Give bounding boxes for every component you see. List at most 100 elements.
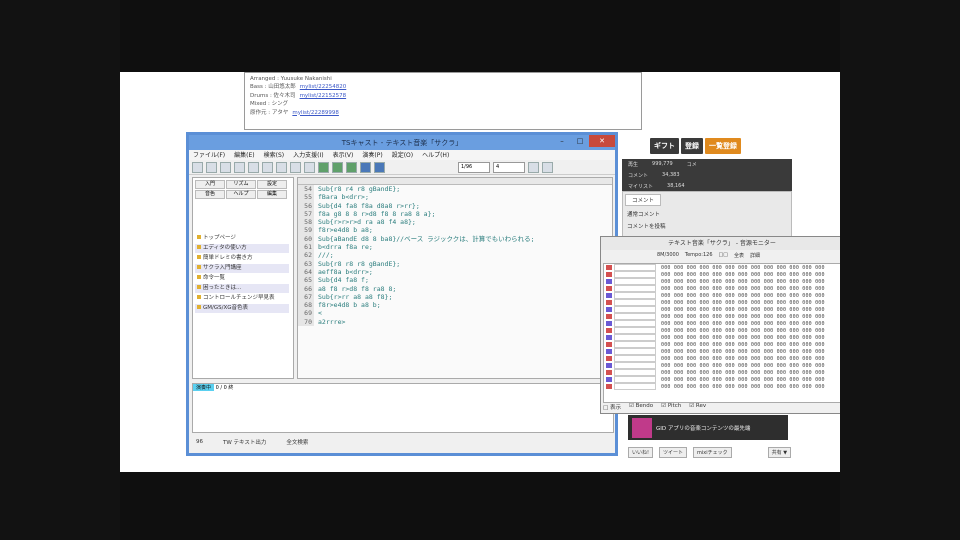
code-line[interactable]: 60 Sub{aBandE d8 8 ba8}//ベース ラジッククは、計算でもい… [298, 234, 612, 244]
menu-settings[interactable]: 設定(O) [392, 150, 413, 160]
menu-play[interactable]: 演奏(P) [362, 150, 382, 160]
bend-checkbox[interactable]: ☑ Bendo [629, 403, 653, 411]
pitch-checkbox[interactable]: ☑ Pitch [661, 403, 681, 411]
gift-button[interactable]: ギフト [650, 138, 679, 154]
list-item[interactable]: サクラ入門講座 [195, 264, 289, 273]
redo-icon[interactable] [248, 161, 259, 173]
tab-comment[interactable]: コメント [625, 194, 662, 206]
find-icon[interactable] [304, 161, 315, 173]
open-file-icon[interactable] [206, 161, 217, 173]
mylist-button[interactable]: 一覧登録 [705, 138, 741, 154]
monitor-tool[interactable]: □□ [719, 252, 728, 258]
monitor-title[interactable]: テキスト音楽「サクラ」 - 音源モニター [601, 237, 840, 250]
code-line[interactable]: 57 f8a g8 8 8 r>d8 f8 8 ra8 8 a}; [298, 209, 612, 219]
credit-line: Mixed : シング [250, 101, 289, 108]
list-item[interactable]: 簡単ドレミの書き方 [195, 254, 289, 263]
zoom-in-icon[interactable] [528, 161, 539, 173]
channel-row: 000 000 000 000 000 000 000 000 000 000 … [604, 306, 840, 313]
code-editor[interactable]: 54 Sub{r8 r4 r8 gBandE}; 55 fBara b<drr>; 56… [297, 177, 613, 379]
stop-icon[interactable] [346, 161, 357, 173]
status-item[interactable]: 全文検索 [286, 438, 308, 446]
channel-values: 000 000 000 000 000 000 000 000 000 000 … [661, 341, 825, 348]
menu-file[interactable]: ファイル(F) [193, 150, 225, 160]
code-line[interactable]: 58 Sub{r>r>r>d ra a8 f4 a8}; [298, 218, 612, 227]
like-button[interactable]: いいね! [628, 447, 654, 458]
copy-icon[interactable] [276, 161, 287, 173]
monitor-tool[interactable]: 詳細 [750, 252, 760, 259]
code-line[interactable]: 59 f8r>e4d8 b a8; [298, 226, 612, 235]
save-icon[interactable] [220, 161, 231, 173]
code-line[interactable]: 68 f8r>e4d8 b a8 b; [298, 301, 612, 310]
tab-rhythm[interactable]: リズム [226, 180, 256, 189]
new-file-icon[interactable] [192, 161, 203, 173]
stat-value: 999,779 [652, 161, 673, 167]
code-line[interactable]: 63 Sub{r8 r8 r8 gBandE}; [298, 259, 612, 268]
editor-titlebar[interactable]: TSキャスト - テキスト音楽「サクラ」 – □ ✕ [189, 135, 615, 150]
play-icon[interactable] [318, 161, 329, 173]
list-item[interactable]: コントロールチェンジ早見表 [195, 294, 289, 303]
ad-banner[interactable]: GID アプリの音楽コンテンツの最先端 [628, 415, 788, 440]
code-line[interactable]: 66 a8 f8 r>d8 f8 ra8 8; [298, 284, 612, 293]
code-line[interactable]: 54 Sub{r8 r4 r8 gBandE}; [298, 185, 612, 194]
share-dropdown[interactable]: 共有 ▼ [767, 447, 792, 458]
step-select[interactable]: 1/96 [458, 161, 490, 173]
tweet-button[interactable]: ツイート [659, 447, 688, 458]
list-item[interactable]: GM/GS/XG音色表 [195, 304, 289, 313]
code-line[interactable]: 61 b<drra f8a re; [298, 243, 612, 252]
channel-row: 000 000 000 000 000 000 000 000 000 000 … [604, 320, 840, 327]
undo-icon[interactable] [234, 161, 245, 173]
channel-name-field [614, 313, 656, 320]
list-item[interactable]: エディタの使い方 [195, 244, 289, 253]
menu-search[interactable]: 検索(S) [264, 150, 285, 160]
code-line[interactable]: 69 < [298, 309, 612, 318]
show-toggle[interactable]: □ 表示 [603, 403, 621, 411]
list-item[interactable]: 困ったときは… [195, 284, 289, 293]
tab-settings[interactable]: 設定 [257, 180, 287, 189]
mylist-link[interactable]: mylist/22152578 [300, 93, 347, 99]
comment-submit-button[interactable]: コメントを投稿 [623, 220, 791, 232]
code-line[interactable]: 67 Sub{r>rr a8 a8 f8}; [298, 292, 612, 302]
channel-row: 000 000 000 000 000 000 000 000 000 000 … [604, 292, 840, 299]
tab-intro[interactable]: 入門 [195, 180, 225, 189]
left-letterbox [0, 0, 120, 540]
octave-select[interactable]: 4 [493, 161, 525, 173]
mylist-link[interactable]: mylist/22254820 [300, 84, 347, 90]
mixi-button[interactable]: mixiチェック [693, 447, 732, 458]
maximize-icon[interactable]: □ [571, 135, 589, 147]
tab-edit[interactable]: 編集 [257, 190, 287, 199]
paste-icon[interactable] [290, 161, 301, 173]
mylist-link[interactable]: mylist/22289998 [292, 110, 339, 116]
tab-instruments[interactable]: 音色 [195, 190, 225, 199]
list-item[interactable]: トップページ [195, 234, 289, 243]
code-text: f8r>e4d8 b a8 b; [318, 301, 381, 310]
menu-input[interactable]: 入力支援(I) [293, 150, 323, 160]
code-line[interactable]: 62 ///; [298, 251, 612, 260]
play-from-cursor-icon[interactable] [332, 161, 343, 173]
minimize-icon[interactable]: – [553, 135, 571, 147]
code-line[interactable]: 55 fBara b<drr>; [298, 193, 612, 202]
code-line[interactable]: 56 Sub{d4 fa8 f8a d8a8 r>rr}; [298, 201, 612, 210]
record-icon[interactable] [360, 161, 371, 173]
monitor-tool[interactable]: 8M/3000 [657, 252, 679, 258]
menu-edit[interactable]: 編集(E) [234, 150, 254, 160]
editor-window: TSキャスト - テキスト音楽「サクラ」 – □ ✕ ファイル(F) 編集(E)… [186, 132, 618, 456]
cut-icon[interactable] [262, 161, 273, 173]
code-line[interactable]: 70 a2rrre> [298, 317, 612, 327]
monitor-tool[interactable]: 全表 [734, 252, 744, 259]
status-item[interactable]: TW テキスト出力 [223, 438, 266, 446]
comment-type-select[interactable]: 通常コメント [623, 208, 791, 220]
code-line[interactable]: 65 Sub{d4 fa8 f; [298, 276, 612, 285]
zoom-out-icon[interactable] [542, 161, 553, 173]
reverb-checkbox[interactable]: ☑ Rev [689, 403, 706, 411]
code-area[interactable]: 54 Sub{r8 r4 r8 gBandE}; 55 fBara b<drr>; 56… [298, 185, 612, 327]
code-line[interactable]: 64 aeff8a b<drr>; [298, 267, 612, 277]
register-button[interactable]: 登録 [681, 138, 703, 154]
monitor-tool[interactable]: Tempo:126 [685, 252, 713, 258]
close-icon[interactable]: ✕ [589, 135, 615, 147]
channel-row: 000 000 000 000 000 000 000 000 000 000 … [604, 327, 840, 334]
midi-icon[interactable] [374, 161, 385, 173]
menu-help[interactable]: ヘルプ(H) [422, 150, 449, 160]
menu-view[interactable]: 表示(V) [333, 150, 354, 160]
list-item[interactable]: 命令一覧 [195, 274, 289, 283]
tab-help[interactable]: ヘルプ [226, 190, 256, 199]
